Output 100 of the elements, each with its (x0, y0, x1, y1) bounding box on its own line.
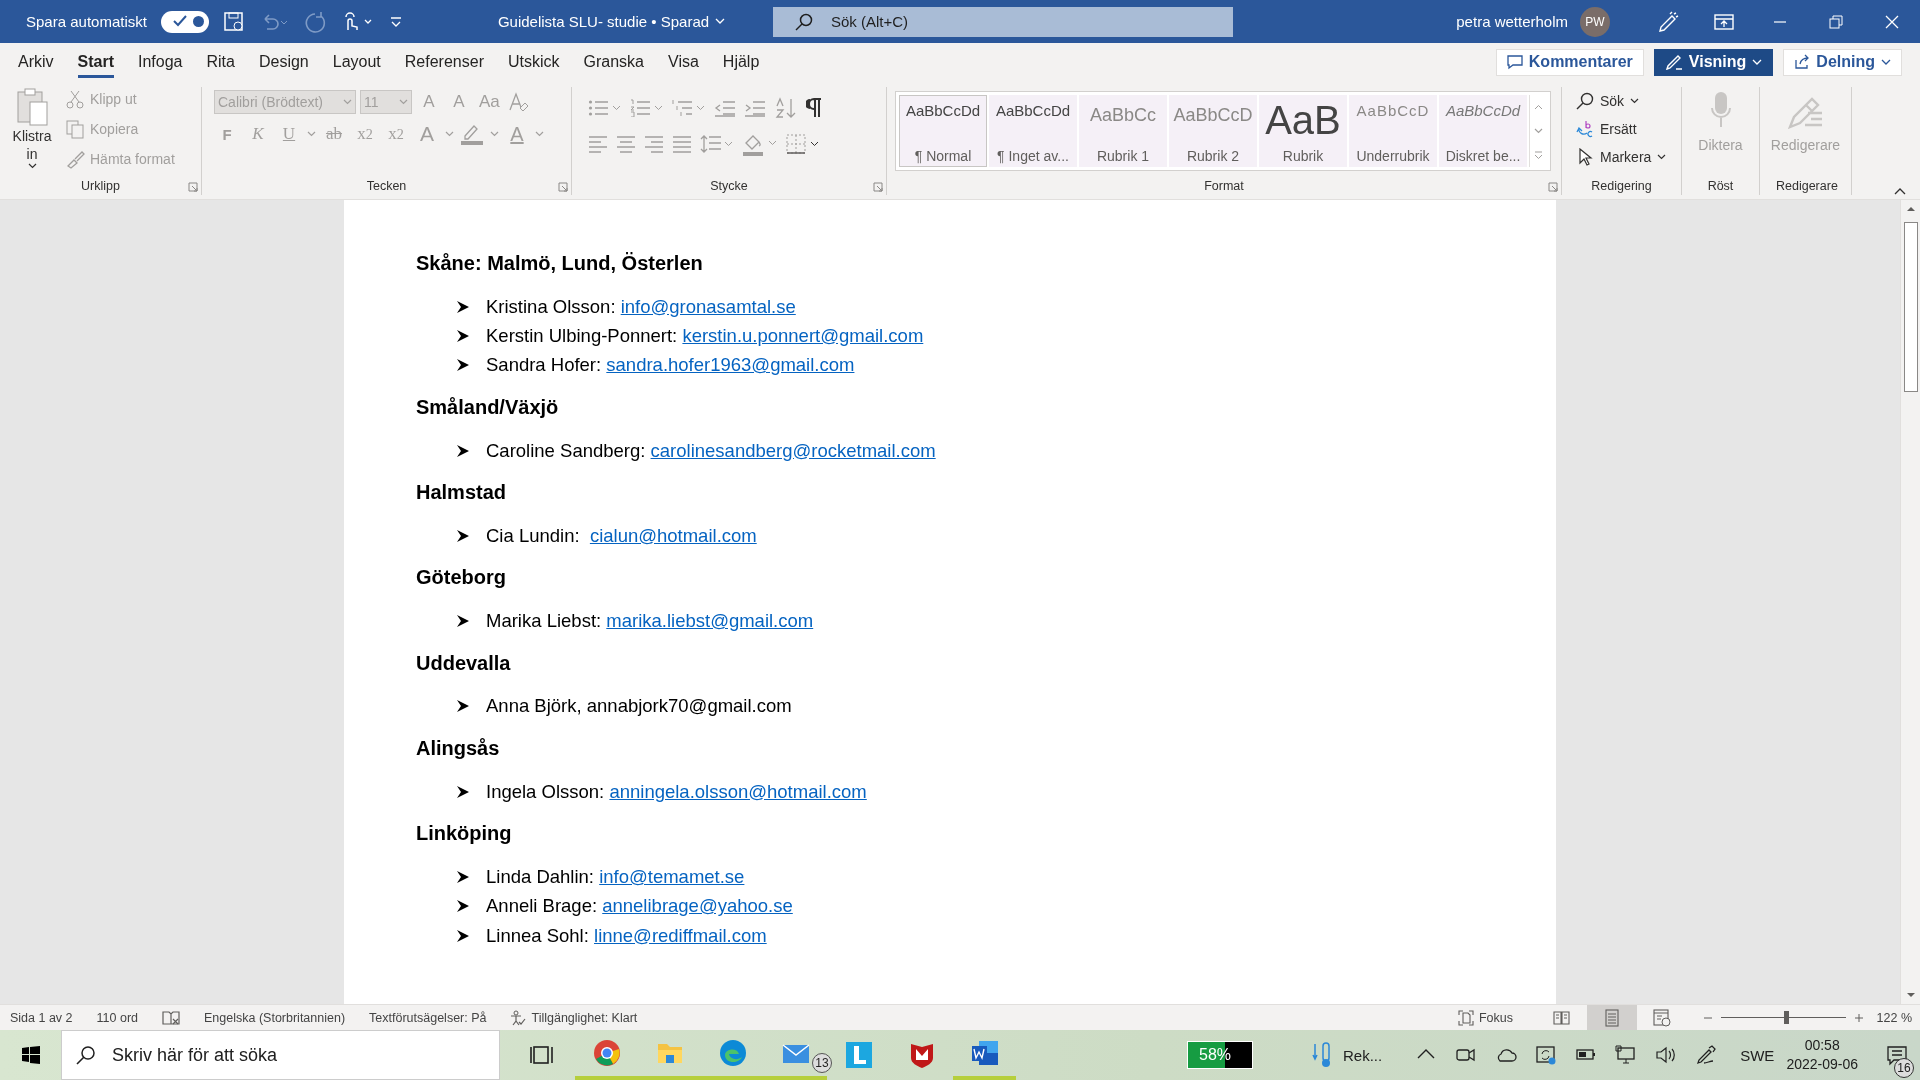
zoom-slider-thumb[interactable] (1784, 1011, 1789, 1024)
text-predictions-status[interactable]: Textförutsägelser: På (369, 1010, 487, 1025)
scroll-up-icon[interactable] (1905, 206, 1916, 212)
style-gallery-item[interactable]: AaBbCcDd ¶ Inget av... (989, 95, 1077, 167)
menu-tab[interactable]: Visa (656, 43, 711, 81)
view-mode-button[interactable]: Visning (1653, 48, 1774, 76)
menu-tab[interactable]: Rita (194, 43, 247, 81)
email-link[interactable]: sandra.hofer1963@gmail.com (606, 354, 855, 377)
align-right-icon[interactable] (644, 134, 664, 154)
dialog-launcher-icon[interactable] (1548, 182, 1558, 192)
align-left-icon[interactable] (588, 134, 608, 154)
search-field[interactable]: Sök (Alt+C) (773, 6, 1233, 37)
numbered-list-icon[interactable] (630, 99, 664, 117)
editing-button[interactable]: Markera (1576, 143, 1667, 171)
close-icon[interactable] (1885, 14, 1899, 29)
pen-icon[interactable] (1657, 10, 1679, 33)
windows-start-icon[interactable] (20, 1045, 41, 1065)
editing-button[interactable]: Sök (1576, 87, 1667, 115)
email-link[interactable]: info@gronasamtal.se (620, 295, 796, 318)
share-button[interactable]: Delning (1783, 48, 1902, 76)
clear-formatting-icon[interactable] (506, 91, 529, 113)
clock-time[interactable]: 00:58 (1804, 1036, 1840, 1055)
scroll-down-icon[interactable] (1534, 128, 1543, 134)
view-button[interactable] (1587, 1004, 1637, 1031)
menu-tab[interactable]: Layout (320, 43, 393, 81)
customize-toolbar-icon[interactable] (388, 14, 403, 29)
pen-icon[interactable] (1695, 1044, 1718, 1066)
email-link[interactable]: annelibrage@yahoo.se (602, 895, 793, 918)
pilcrow-icon[interactable] (806, 97, 824, 119)
borders-icon[interactable] (786, 134, 820, 154)
arrow-bullet-icon (456, 443, 470, 458)
style-gallery-item[interactable]: AaBbCcDd ¶ Normal (899, 95, 987, 167)
word-count[interactable]: 110 ord (96, 1010, 138, 1025)
word-document-icon[interactable] (970, 1039, 999, 1067)
style-gallery-item[interactable]: AaBbCcD Underrubrik (1349, 95, 1437, 167)
language-status[interactable]: Engelska (Storbritannien) (204, 1010, 346, 1025)
email-link[interactable]: marika.liebst@gmail.com (606, 610, 814, 633)
email-link[interactable]: cialun@hotmail.com (589, 524, 757, 547)
ribbon-display-icon[interactable] (1714, 12, 1734, 31)
document-title[interactable]: Guidelista SLU- studie • Sparad (497, 13, 710, 30)
clock-date[interactable]: 2022-09-06 (1786, 1055, 1858, 1074)
focus-button[interactable]: Fokus (1457, 1009, 1513, 1026)
zoom-level[interactable]: 122 % (1864, 1010, 1920, 1025)
justify-icon[interactable] (672, 134, 692, 154)
taskbar-search-field[interactable]: Skriv här för att söka (61, 1030, 500, 1080)
user-name[interactable]: petra wetterholm (1456, 13, 1568, 30)
scrollbar-thumb[interactable] (1903, 222, 1918, 392)
edge-browser-icon[interactable] (718, 1039, 747, 1067)
autosave-toggle[interactable] (160, 10, 209, 33)
line-spacing-icon[interactable] (700, 134, 734, 154)
speaker-icon[interactable] (1655, 1044, 1678, 1066)
user-avatar[interactable]: PW (1580, 6, 1610, 37)
vertical-scrollbar[interactable] (1900, 200, 1920, 1004)
restore-icon[interactable] (1829, 14, 1843, 29)
arrow-bullet-icon (456, 528, 470, 543)
chevron-down-icon[interactable] (715, 18, 727, 25)
collapse-ribbon-icon[interactable] (1894, 187, 1906, 195)
email-link[interactable]: kerstin.u.ponnert@gmail.com (682, 324, 924, 347)
email-link[interactable]: anningela.olsson@hotmail.com (609, 780, 867, 803)
zoom-in-icon[interactable] (1854, 1012, 1864, 1023)
menu-tab[interactable]: Referenser (392, 43, 496, 81)
dialog-launcher-icon[interactable] (558, 182, 568, 192)
more-styles-icon[interactable] (1534, 150, 1543, 160)
style-gallery-item[interactable]: AaBbCcD Rubrik 2 (1169, 95, 1257, 167)
dialog-launcher-icon[interactable] (873, 182, 883, 192)
menu-tab[interactable]: Hjälp (710, 43, 772, 81)
menu-tab[interactable]: Infoga (126, 43, 195, 81)
sync-app-icon[interactable] (1535, 1044, 1558, 1066)
sort-icon[interactable] (774, 97, 798, 119)
network-icon[interactable] (1615, 1044, 1638, 1066)
bullet-list-icon[interactable] (588, 99, 622, 117)
editing-button[interactable]: Ersätt (1576, 115, 1667, 143)
comments-button[interactable]: Kommentarer (1495, 48, 1644, 76)
increase-indent-icon[interactable] (744, 99, 766, 117)
page-count[interactable]: Sida 1 av 2 (10, 1010, 73, 1025)
style-gallery-item[interactable]: AaBbCc Rubrik 1 (1079, 95, 1167, 167)
align-center-icon[interactable] (616, 134, 636, 154)
email-link[interactable]: info@temamet.se (599, 866, 745, 888)
dialog-launcher-icon[interactable] (188, 182, 198, 192)
proofing-book-icon[interactable] (162, 1009, 180, 1026)
save-icon[interactable] (222, 10, 245, 33)
multilevel-list-icon[interactable] (672, 99, 706, 117)
paste-button[interactable]: Klistra in (6, 87, 58, 179)
email-link[interactable]: carolinesandberg@rocketmail.com (650, 439, 936, 462)
scroll-down-icon[interactable] (1905, 992, 1916, 998)
style-gallery-item[interactable]: AaB Rubrik (1259, 95, 1347, 167)
letter-l-app-icon[interactable] (844, 1041, 873, 1069)
menu-tab[interactable]: Utskick (495, 43, 572, 81)
accessibility-status[interactable]: Tillgänglighet: Klart (510, 1009, 638, 1026)
style-gallery-item[interactable]: AaBbCcDd Diskret be... (1439, 95, 1527, 167)
browser-icon[interactable] (592, 1039, 621, 1067)
decrease-indent-icon[interactable] (714, 99, 736, 117)
menu-tab[interactable]: Granska (571, 43, 656, 81)
menu-tab[interactable]: Start (65, 43, 126, 81)
scroll-up-icon[interactable] (1534, 104, 1543, 110)
keyboard-language[interactable]: SWE (1740, 1046, 1775, 1064)
weather-text[interactable]: Rek... (1343, 1046, 1383, 1064)
email-link[interactable]: linne@rediffmail.com (594, 924, 767, 947)
menu-tab[interactable]: Arkiv (6, 43, 66, 81)
menu-tab[interactable]: Design (246, 43, 321, 81)
